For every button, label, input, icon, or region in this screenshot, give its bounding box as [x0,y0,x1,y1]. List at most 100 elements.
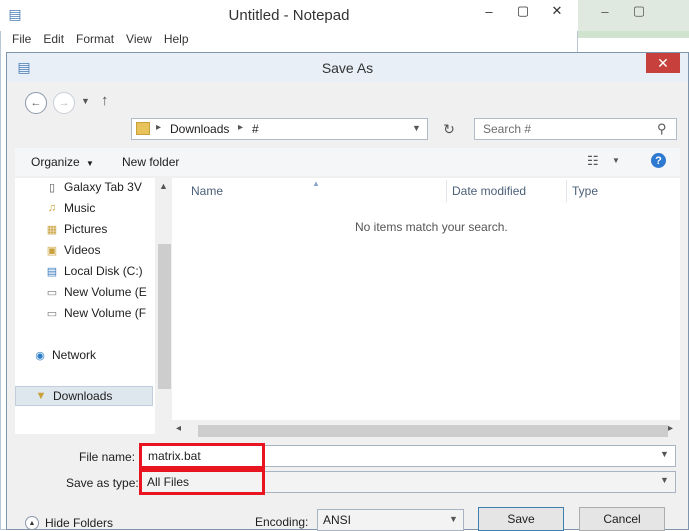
bg-maximize-button[interactable]: ▢ [622,0,656,22]
view-options-chevron-icon[interactable]: ▼ [612,156,620,165]
column-header-name[interactable]: Name [191,184,223,198]
breadcrumb-separator-icon[interactable]: ▸ [156,122,161,133]
dialog-titlebar: ▤ Save As ✕ [7,53,688,82]
notepad-menubar: File Edit Format View Help [6,32,195,52]
encoding-label: Encoding: [255,515,309,529]
search-box[interactable]: Search # ⚲ [474,118,677,140]
nav-item-label: Pictures [64,222,108,236]
nav-item-label: Downloads [53,389,113,403]
back-button[interactable]: ← [25,92,47,114]
refresh-icon[interactable]: ↻ [438,118,460,140]
empty-folder-message: No items match your search. [355,220,508,234]
file-name-highlight-box: matrix.bat [139,443,265,469]
nav-item-label: Local Disk (C:) [64,264,143,278]
nav-item-galaxy-tab[interactable]: ▯ Galaxy Tab 3V [45,177,142,197]
scroll-left-arrow-icon[interactable]: ◂ [176,423,181,434]
column-divider [446,180,447,202]
help-icon[interactable]: ? [651,153,666,168]
drive-icon: ▭ [46,307,58,320]
drive-icon: ▭ [46,286,58,299]
dialog-close-button[interactable]: ✕ [646,53,680,73]
file-list-pane[interactable] [172,178,680,422]
maximize-button[interactable]: ▢ [506,0,540,22]
folder-icon [136,122,150,135]
breadcrumb-current[interactable]: # [252,122,259,136]
nav-scrollbar-thumb[interactable] [158,244,171,389]
sort-ascending-icon: ▲ [312,179,320,188]
videos-folder-icon: ▣ [46,244,58,257]
up-arrow-icon[interactable]: ↑ [101,92,109,109]
hide-folders-toggle[interactable]: ▲ Hide Folders [25,516,113,530]
notepad-titlebar: ▤ Untitled - Notepad – ▢ ✕ [0,0,578,31]
nav-item-label: Galaxy Tab 3V [64,180,142,194]
search-input[interactable]: Search # [483,122,531,136]
nav-item-label: Videos [64,243,101,257]
nav-item-pictures[interactable]: ▦ Pictures [45,219,108,239]
background-window-titlebar: – ▢ [578,0,689,31]
file-name-label: File name: [79,450,136,464]
menu-view[interactable]: View [120,32,158,52]
address-bar[interactable]: ▸ Downloads ▸ # ▼ [131,118,428,140]
encoding-value: ANSI [323,513,352,527]
forward-button[interactable]: → [53,92,75,114]
pictures-folder-icon: ▦ [46,223,58,236]
local-disk-icon: ▤ [46,265,58,278]
nav-item-label: Music [64,201,96,215]
organize-chevron-icon: ▼ [86,159,94,168]
minimize-button[interactable]: – [472,0,506,22]
encoding-chevron-icon: ▼ [449,514,458,524]
save-type-value[interactable]: All Files [147,475,189,489]
horizontal-scrollbar-thumb[interactable] [198,425,668,437]
nav-item-label: New Volume (F [64,306,147,320]
save-as-dialog: ▤ Save As ✕ ← → ▼ ↑ ▸ Downloads ▸ # ▼ ↻ … [6,52,689,531]
file-name-input[interactable]: matrix.bat [148,449,201,463]
cancel-button[interactable]: Cancel [579,507,665,531]
nav-item-music[interactable]: ♫ Music [45,198,95,218]
nav-item-label: New Volume (E [64,285,147,299]
column-divider [566,180,567,202]
address-dropdown-chevron-icon[interactable]: ▼ [412,123,421,133]
recent-locations-chevron-icon[interactable]: ▼ [81,96,90,106]
network-icon: ◉ [35,349,45,362]
scroll-up-arrow-icon[interactable]: ▲ [159,181,168,191]
search-icon[interactable]: ⚲ [657,121,667,137]
column-header-type[interactable]: Type [572,184,598,198]
nav-item-new-volume-e[interactable]: ▭ New Volume (E [45,282,147,302]
nav-item-local-disk[interactable]: ▤ Local Disk (C:) [45,261,143,281]
menu-edit[interactable]: Edit [37,32,70,52]
breadcrumb-separator-icon[interactable]: ▸ [238,122,243,133]
nav-item-videos[interactable]: ▣ Videos [45,240,101,260]
scroll-right-arrow-icon[interactable]: ▸ [668,423,673,434]
bg-minimize-button[interactable]: – [588,0,622,22]
dialog-body: ← → ▼ ↑ ▸ Downloads ▸ # ▼ ↻ Search # ⚲ O… [15,82,680,531]
dialog-title: Save As [321,60,374,76]
organize-button[interactable]: Organize ▼ [31,155,94,169]
command-toolbar: Organize ▼ New folder ☷ ▼ ? [15,148,680,176]
save-as-type-label: Save as type: [66,476,139,490]
music-folder-icon: ♫ [47,202,57,214]
file-name-dropdown-chevron-icon[interactable]: ▼ [660,449,669,459]
navigation-pane[interactable]: ▯ Galaxy Tab 3V ♫ Music ▦ Pictures ▣ Vid… [15,178,155,434]
view-options-icon[interactable]: ☷ [587,153,599,169]
save-button[interactable]: Save [478,507,564,531]
organize-label: Organize [31,155,80,169]
save-type-highlight-box: All Files [139,469,265,495]
hide-folders-label: Hide Folders [45,516,114,530]
device-icon: ▯ [48,181,56,194]
new-folder-button[interactable]: New folder [122,155,179,169]
nav-item-network[interactable]: ◉ Network [33,345,96,365]
notepad-close-button[interactable]: ✕ [540,0,574,22]
nav-item-label: Network [52,348,97,362]
menu-format[interactable]: Format [70,32,120,52]
menu-help[interactable]: Help [158,32,195,52]
collapse-chevron-icon: ▲ [25,516,39,530]
nav-item-new-volume-f[interactable]: ▭ New Volume (F [45,303,146,323]
menu-file[interactable]: File [6,32,37,52]
downloads-folder-icon: ▼ [35,390,47,402]
background-window-strip [578,38,689,52]
save-type-dropdown-chevron-icon[interactable]: ▼ [660,475,669,485]
encoding-select[interactable]: ANSI ▼ [317,509,464,531]
nav-item-downloads-selected[interactable]: ▼ Downloads [15,386,153,406]
breadcrumb-downloads[interactable]: Downloads [170,122,229,136]
column-header-date-modified[interactable]: Date modified [452,184,526,198]
